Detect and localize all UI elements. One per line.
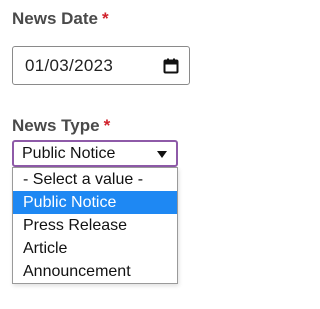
news-date-label-text: News Date [12,9,98,28]
option-announcement[interactable]: Announcement [13,260,177,283]
news-date-label: News Date * [12,9,109,29]
news-type-select[interactable]: Public Notice [12,140,178,167]
news-type-dropdown-list: - Select a value - Public Notice Press R… [12,167,178,284]
required-marker: * [103,116,111,135]
option-public-notice[interactable]: Public Notice [13,191,177,214]
news-type-label-text: News Type [12,116,100,135]
calendar-icon[interactable] [163,58,179,74]
required-marker: * [101,9,109,28]
news-date-input[interactable]: 01/03/2023 [12,46,190,85]
news-type-label: News Type * [12,116,110,136]
news-type-selected-value[interactable]: Public Notice [22,145,115,163]
chevron-down-icon[interactable] [157,151,167,158]
news-form: News Date * 01/03/2023 News Type * Public … [0,0,212,309]
option-select-a-value[interactable]: - Select a value - [13,168,177,191]
option-press-release[interactable]: Press Release [13,214,177,237]
option-article[interactable]: Article [13,237,177,260]
news-date-value[interactable]: 01/03/2023 [25,56,113,76]
